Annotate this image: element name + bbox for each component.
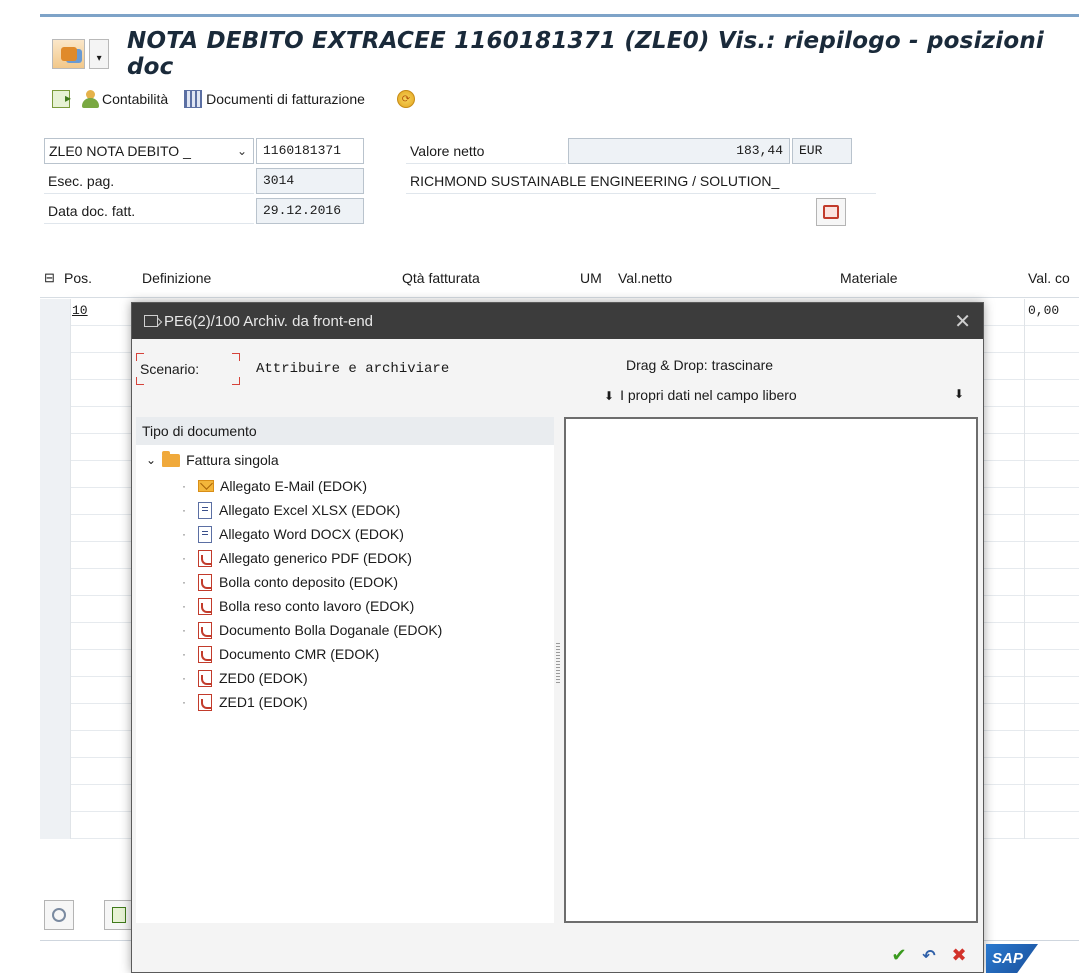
archive-dialog: PE6(2)/100 Archiv. da front-end ✕ Scenar… bbox=[131, 302, 984, 973]
customer-name: RICHMOND SUSTAINABLE ENGINEERING / SOLUT… bbox=[406, 168, 876, 194]
esec-pag-field[interactable]: 3014 bbox=[256, 168, 364, 194]
pdf-icon bbox=[198, 645, 212, 663]
contabilita-button[interactable]: Contabilità bbox=[80, 89, 168, 109]
tree-item-label: Allegato Word DOCX (EDOK) bbox=[219, 526, 404, 542]
tree-item[interactable]: · Allegato generico PDF (EDOK) bbox=[176, 547, 412, 569]
print-preview-button[interactable] bbox=[816, 198, 846, 226]
tree-header: Tipo di documento bbox=[136, 417, 554, 445]
splitter-handle[interactable] bbox=[556, 643, 560, 683]
tree-item[interactable]: · ZED0 (EDOK) bbox=[176, 667, 308, 689]
tree-item-label: Bolla conto deposito (EDOK) bbox=[219, 574, 398, 590]
billing-documents-icon bbox=[184, 90, 203, 108]
col-val-netto[interactable]: Val.netto bbox=[618, 270, 672, 286]
table-header: ⊟ Pos. Definizione Qtà fatturata UM Val.… bbox=[40, 262, 1079, 298]
undo-icon[interactable]: ↶ bbox=[917, 943, 941, 967]
folder-label: Fattura singola bbox=[186, 452, 279, 468]
magnifier-icon bbox=[52, 908, 66, 922]
document-number-field[interactable]: 1160181371 bbox=[256, 138, 364, 164]
drop-hint-text: I propri dati nel campo libero bbox=[620, 387, 797, 403]
down-arrow-icon: ⬇ bbox=[953, 387, 964, 401]
application-toolbar: Contabilità Documenti di fatturazione ⟳ bbox=[52, 86, 415, 112]
col-val-co[interactable]: Val. co bbox=[1028, 270, 1070, 286]
tree-item[interactable]: · Allegato E-Mail (EDOK) bbox=[176, 475, 367, 497]
accounting-person-icon bbox=[80, 89, 100, 109]
chevron-down-icon[interactable]: ⌄ bbox=[146, 453, 156, 467]
documenti-fatturazione-label: Documenti di fatturazione bbox=[206, 91, 365, 107]
services-for-object-icon[interactable]: ⟳ bbox=[396, 90, 415, 108]
data-doc-label: Data doc. fatt. bbox=[44, 198, 254, 224]
pdf-icon bbox=[198, 597, 212, 615]
esec-pag-label: Esec. pag. bbox=[44, 168, 254, 194]
down-arrow-icon: ⬇ bbox=[604, 389, 615, 403]
document-icon bbox=[198, 501, 212, 519]
tree-item[interactable]: · Bolla conto deposito (EDOK) bbox=[176, 571, 398, 593]
tree-item[interactable]: · Allegato Excel XLSX (EDOK) bbox=[176, 499, 400, 521]
page-title: NOTA DEBITO EXTRACEE 1160181371 (ZLE0) V… bbox=[127, 28, 1044, 80]
pdf-icon bbox=[198, 573, 212, 591]
tree-item[interactable]: · Documento CMR (EDOK) bbox=[176, 643, 379, 665]
print-preview-icon bbox=[823, 205, 839, 219]
display-document-flow-icon[interactable] bbox=[52, 90, 71, 108]
tree-item-label: Allegato Excel XLSX (EDOK) bbox=[219, 502, 401, 518]
document-icon bbox=[198, 525, 212, 543]
tree-item-label: Documento CMR (EDOK) bbox=[219, 646, 380, 662]
valore-netto-field[interactable]: 183,44 bbox=[568, 138, 790, 164]
scenario-label-text: Scenario: bbox=[140, 361, 200, 377]
email-icon bbox=[198, 480, 214, 492]
tree-item-label: Allegato E-Mail (EDOK) bbox=[220, 478, 368, 494]
scenario-label: Scenario: bbox=[136, 353, 240, 385]
pdf-icon bbox=[198, 669, 212, 687]
dialog-title: PE6(2)/100 Archiv. da front-end bbox=[164, 312, 374, 330]
tree-item-label: Documento Bolla Doganale (EDOK) bbox=[219, 622, 443, 638]
cancel-x-icon[interactable]: ✖ bbox=[947, 943, 971, 967]
select-item-button[interactable] bbox=[104, 900, 134, 930]
item-icon bbox=[112, 907, 126, 923]
tree-item-label: Allegato generico PDF (EDOK) bbox=[219, 550, 412, 566]
pdf-icon bbox=[198, 693, 212, 711]
folder-open-icon bbox=[162, 450, 181, 467]
scenario-value: Attribuire e archiviare bbox=[256, 361, 450, 377]
select-all-icon[interactable]: ⊟ bbox=[44, 270, 55, 286]
tree-item-label: ZED1 (EDOK) bbox=[219, 694, 308, 710]
col-qta-fatturata[interactable]: Qtà fatturata bbox=[402, 270, 480, 286]
document-type-value: ZLE0 NOTA DEBITO _ bbox=[49, 143, 191, 159]
row-val-co: 0,00 bbox=[1028, 303, 1060, 318]
dialog-title-bar: PE6(2)/100 Archiv. da front-end ✕ bbox=[132, 303, 983, 339]
document-type-select[interactable]: ZLE0 NOTA DEBITO _ ⌄ bbox=[44, 138, 254, 164]
pdf-icon bbox=[198, 621, 212, 639]
data-doc-field[interactable]: 29.12.2016 bbox=[256, 198, 364, 224]
pdf-icon bbox=[198, 549, 212, 567]
dialog-window-icon bbox=[144, 315, 158, 327]
row-pos[interactable]: 10 bbox=[72, 303, 88, 318]
col-materiale[interactable]: Materiale bbox=[840, 270, 898, 286]
sap-logo: SAP bbox=[986, 944, 1038, 973]
tree-item[interactable]: · ZED1 (EDOK) bbox=[176, 691, 308, 713]
drop-zone[interactable] bbox=[564, 417, 978, 923]
tree-item-label: ZED0 (EDOK) bbox=[219, 670, 308, 686]
tree-item[interactable]: · Documento Bolla Doganale (EDOK) bbox=[176, 619, 442, 641]
tree-item[interactable]: · Allegato Word DOCX (EDOK) bbox=[176, 523, 404, 545]
drag-drop-label: Drag & Drop: trascinare bbox=[626, 357, 774, 373]
top-border bbox=[40, 14, 1079, 17]
currency-field[interactable]: EUR bbox=[792, 138, 852, 164]
app-menu-icon[interactable] bbox=[52, 39, 86, 69]
chevron-down-icon: ⌄ bbox=[236, 144, 247, 158]
contabilita-label: Contabilità bbox=[102, 91, 169, 107]
tree-folder-fattura-singola[interactable]: ⌄ Fattura singola bbox=[146, 449, 279, 471]
dialog-buttons: ✔ ↶ ✖ bbox=[887, 943, 971, 967]
valore-netto-label: Valore netto bbox=[406, 138, 566, 164]
close-icon[interactable]: ✕ bbox=[954, 309, 971, 334]
tree-item[interactable]: · Bolla reso conto lavoro (EDOK) bbox=[176, 595, 414, 617]
menu-dropdown-icon[interactable]: ▾ bbox=[89, 39, 109, 69]
drop-hint: ⬇ I propri dati nel campo libero ⬇ bbox=[604, 387, 964, 403]
col-um[interactable]: UM bbox=[580, 270, 602, 286]
confirm-check-icon[interactable]: ✔ bbox=[887, 943, 911, 967]
title-bar: ▾ NOTA DEBITO EXTRACEE 1160181371 (ZLE0)… bbox=[52, 28, 1079, 80]
document-type-tree: Tipo di documento ⌄ Fattura singola · Al… bbox=[136, 417, 554, 923]
details-button[interactable] bbox=[44, 900, 74, 930]
tree-item-label: Bolla reso conto lavoro (EDOK) bbox=[219, 598, 415, 614]
col-pos[interactable]: Pos. bbox=[64, 270, 92, 286]
documenti-fatturazione-button[interactable]: Documenti di fatturazione bbox=[184, 90, 365, 108]
col-definizione[interactable]: Definizione bbox=[142, 270, 211, 286]
